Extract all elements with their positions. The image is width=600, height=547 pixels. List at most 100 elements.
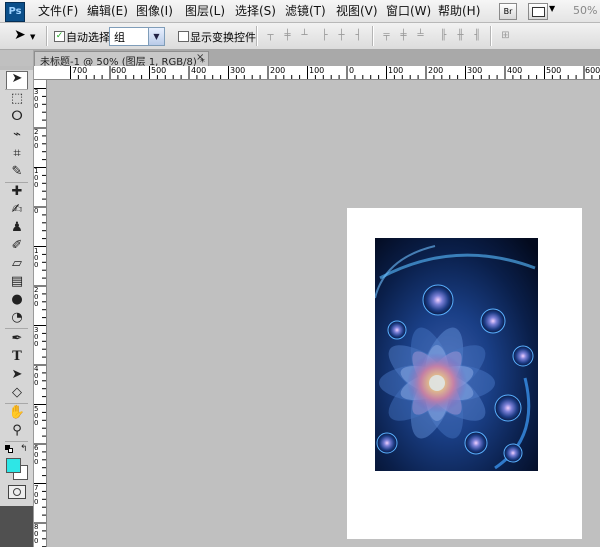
align-left-icon[interactable]: ├ bbox=[318, 30, 331, 42]
healing-brush-tool-icon[interactable]: ✚ bbox=[7, 184, 27, 200]
toolbox-divider bbox=[5, 441, 28, 442]
default-colors-icon[interactable] bbox=[5, 445, 13, 453]
ruler-label: 500 bbox=[151, 66, 167, 75]
hand-tool-icon[interactable]: ✋ bbox=[7, 405, 27, 421]
ruler-label: 200 bbox=[270, 66, 286, 75]
zoom-tool-icon[interactable]: ⚲ bbox=[7, 423, 27, 439]
ruler-label: 500 bbox=[34, 405, 39, 427]
ruler-label: 200 bbox=[34, 286, 39, 308]
eyedropper-tool-icon[interactable]: ✎ bbox=[7, 164, 27, 180]
bridge-button[interactable]: Br bbox=[499, 3, 517, 20]
ruler-label: 800 bbox=[34, 523, 39, 545]
menu-image[interactable]: 图像(I) bbox=[136, 3, 173, 19]
move-tool-icon[interactable]: ➤ bbox=[7, 71, 27, 87]
shape-tool-icon[interactable]: ◇ bbox=[7, 385, 27, 401]
vertical-ruler-ticks bbox=[33, 88, 46, 547]
ruler-label: 300 bbox=[467, 66, 483, 75]
options-divider bbox=[256, 26, 258, 46]
fractal-flower-image bbox=[375, 238, 538, 471]
auto-select-checkbox[interactable]: ✓ bbox=[54, 31, 65, 42]
ruler-label: 100 bbox=[34, 247, 39, 269]
show-transform-checkbox[interactable] bbox=[178, 31, 189, 42]
menu-edit[interactable]: 编辑(E) bbox=[87, 3, 128, 19]
screen-mode-button[interactable] bbox=[528, 3, 548, 20]
quick-select-tool-icon[interactable]: ⌁ bbox=[7, 127, 27, 143]
menu-window[interactable]: 窗口(W) bbox=[386, 3, 431, 19]
ruler-label: 100 bbox=[34, 167, 39, 189]
lasso-tool-icon[interactable]: ⵔ bbox=[7, 109, 27, 125]
close-icon[interactable]: × bbox=[196, 52, 204, 63]
horizontal-ruler[interactable]: 700 600 500 400 300 200 100 0 100 200 30… bbox=[33, 66, 600, 80]
distribute-left-icon[interactable]: ╟ bbox=[437, 30, 450, 42]
toolbox-footer bbox=[0, 506, 33, 547]
vertical-ruler[interactable]: 300 200 100 0 100 200 300 400 500 600 70… bbox=[33, 80, 47, 547]
align-horizontal-center-icon[interactable]: ┼ bbox=[335, 30, 348, 42]
ruler-label: 300 bbox=[34, 326, 39, 348]
ruler-label: 400 bbox=[507, 66, 523, 75]
auto-select-label: 自动选择: bbox=[66, 31, 114, 44]
menu-filter[interactable]: 滤镜(T) bbox=[285, 3, 326, 19]
zoom-level[interactable]: 50% bbox=[573, 4, 597, 17]
type-tool-icon[interactable]: T bbox=[7, 349, 27, 365]
ruler-label: 0 bbox=[349, 66, 355, 75]
ruler-label: 600 bbox=[111, 66, 127, 75]
ruler-label: 500 bbox=[546, 66, 562, 75]
auto-select-dropdown[interactable]: 组 ▼ bbox=[109, 27, 165, 46]
ruler-label: 100 bbox=[309, 66, 325, 75]
distribute-right-icon[interactable]: ╢ bbox=[471, 30, 484, 42]
dodge-tool-icon[interactable]: ◔ bbox=[7, 310, 27, 326]
ruler-label: 700 bbox=[72, 66, 88, 75]
auto-select-value: 组 bbox=[114, 31, 125, 44]
quick-mask-icon bbox=[13, 488, 21, 496]
align-vertical-center-icon[interactable]: ╪ bbox=[281, 30, 294, 42]
align-top-icon[interactable]: ┬ bbox=[264, 30, 277, 42]
eraser-tool-icon[interactable]: ▱ bbox=[7, 256, 27, 272]
distribute-vertical-center-icon[interactable]: ╪ bbox=[397, 30, 410, 42]
tool-preset-dropdown-icon[interactable]: ▼ bbox=[30, 33, 35, 41]
marquee-tool-icon[interactable]: ⬚ bbox=[7, 91, 27, 107]
toolbox-divider bbox=[5, 403, 28, 404]
foreground-color-swatch[interactable] bbox=[6, 458, 21, 473]
ruler-label: 0 bbox=[34, 207, 39, 215]
ruler-label: 300 bbox=[34, 88, 39, 110]
distribute-horizontal-center-icon[interactable]: ╫ bbox=[454, 30, 467, 42]
ruler-label: 200 bbox=[34, 128, 39, 150]
options-divider bbox=[46, 26, 48, 46]
toolbox-divider bbox=[5, 89, 28, 90]
blur-tool-icon[interactable]: ● bbox=[7, 292, 27, 308]
brush-tool-icon[interactable]: ✍ bbox=[7, 202, 27, 218]
align-bottom-icon[interactable]: ┴ bbox=[298, 30, 311, 42]
ruler-label: 300 bbox=[230, 66, 246, 75]
crop-tool-icon[interactable]: ⌗ bbox=[7, 146, 27, 162]
distribute-bottom-icon[interactable]: ╧ bbox=[414, 30, 427, 42]
auto-align-layers-icon[interactable]: ⊞ bbox=[499, 30, 512, 42]
screen-mode-dropdown-icon[interactable]: ▼ bbox=[549, 4, 555, 13]
ruler-label: 600 bbox=[34, 444, 39, 466]
document-tab[interactable]: 未标题-1 @ 50% (图层 1, RGB/8) * × bbox=[34, 51, 209, 68]
quick-mask-button[interactable] bbox=[8, 485, 26, 499]
pen-tool-icon[interactable]: ✒ bbox=[7, 331, 27, 347]
menu-select[interactable]: 选择(S) bbox=[235, 3, 276, 19]
history-brush-tool-icon[interactable]: ✐ bbox=[7, 238, 27, 254]
chevron-down-icon: ▼ bbox=[148, 28, 164, 45]
menu-view[interactable]: 视图(V) bbox=[336, 3, 378, 19]
ruler-label: 100 bbox=[388, 66, 404, 75]
options-divider bbox=[372, 26, 374, 46]
ruler-label: 200 bbox=[428, 66, 444, 75]
ruler-label: 700 bbox=[34, 484, 39, 506]
path-select-tool-icon[interactable]: ➤ bbox=[7, 367, 27, 383]
show-transform-label: 显示变换控件 bbox=[190, 31, 256, 44]
distribute-top-icon[interactable]: ╤ bbox=[380, 30, 393, 42]
menu-help[interactable]: 帮助(H) bbox=[438, 3, 480, 19]
options-divider bbox=[490, 26, 492, 46]
toolbox-grip[interactable] bbox=[0, 66, 33, 70]
toolbox-divider bbox=[5, 328, 28, 329]
menu-file[interactable]: 文件(F) bbox=[38, 3, 78, 19]
align-right-icon[interactable]: ┤ bbox=[352, 30, 365, 42]
clone-stamp-tool-icon[interactable]: ♟ bbox=[7, 220, 27, 236]
menu-layer[interactable]: 图层(L) bbox=[185, 3, 225, 19]
toolbox-divider bbox=[5, 182, 28, 183]
gradient-tool-icon[interactable]: ▤ bbox=[7, 274, 27, 290]
move-tool-icon[interactable]: ➤ bbox=[14, 28, 26, 42]
swap-colors-icon[interactable]: ↰ bbox=[20, 444, 28, 454]
